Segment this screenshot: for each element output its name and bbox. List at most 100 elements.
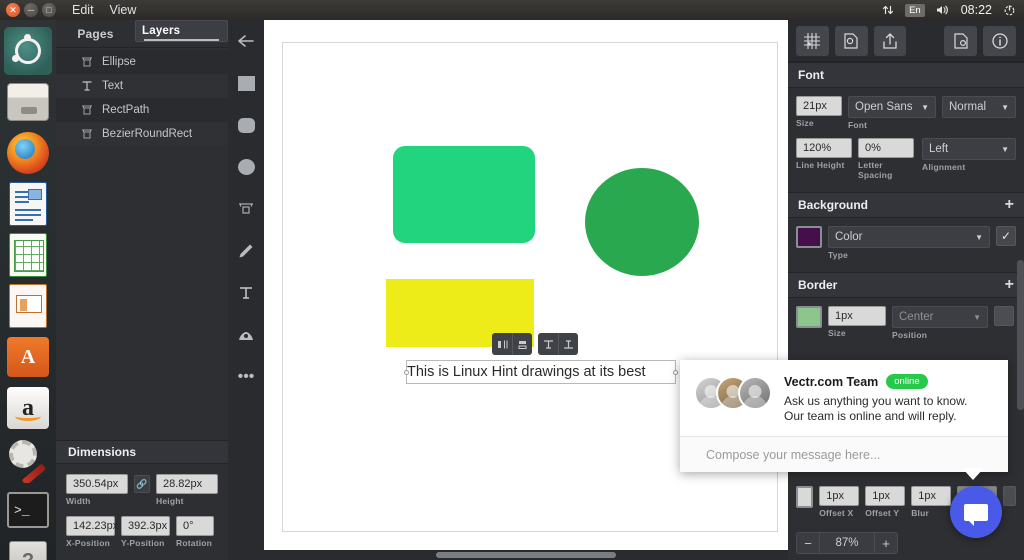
shadow-offset-x-input[interactable]: 1px — [819, 486, 859, 506]
align-horizontal-left-icon[interactable] — [492, 333, 512, 355]
shadow-enabled-checkbox[interactable] — [1003, 486, 1016, 506]
scrollbar-thumb[interactable] — [436, 552, 616, 558]
list-item[interactable]: Ellipse — [56, 50, 228, 74]
chat-launcher-button[interactable] — [950, 486, 1002, 538]
launcher-item-impress[interactable] — [4, 282, 52, 330]
launcher-item-trash[interactable]: ? — [4, 537, 52, 560]
pen-path-tool-icon[interactable] — [228, 188, 264, 230]
status-badge: online — [886, 374, 927, 389]
back-arrow-icon[interactable] — [228, 20, 264, 62]
shadow-offset-y-input[interactable]: 1px — [865, 486, 905, 506]
border-position-label: Position — [892, 330, 988, 340]
clock[interactable]: 08:22 — [961, 3, 992, 17]
width-input[interactable]: 350.54px — [66, 474, 128, 494]
background-enabled-checkbox[interactable]: ✓ — [996, 226, 1016, 246]
green-ellipse[interactable] — [585, 168, 699, 276]
shadow-color-swatch[interactable] — [796, 486, 813, 508]
border-enabled-checkbox[interactable] — [994, 306, 1014, 326]
list-item[interactable]: BezierRoundRect — [56, 122, 228, 146]
shadow-offset-x-label: Offset X — [819, 508, 859, 518]
height-input[interactable]: 28.82px — [156, 474, 218, 494]
document-settings-icon[interactable] — [944, 26, 977, 56]
selection-handle[interactable] — [673, 370, 678, 375]
layer-label: RectPath — [102, 104, 149, 116]
info-icon[interactable] — [983, 26, 1016, 56]
chat-text-block: Vectr.com Team online Ask us anything yo… — [784, 374, 994, 424]
zoom-level-value[interactable]: 87% — [819, 533, 875, 553]
tab-layers[interactable]: Layers — [135, 20, 228, 42]
right-panel-scrollbar[interactable] — [1017, 260, 1024, 410]
text-tool-icon[interactable] — [228, 272, 264, 314]
launcher-item-files[interactable] — [4, 78, 52, 126]
rounded-rectangle-tool-icon[interactable] — [228, 104, 264, 146]
background-color-swatch[interactable] — [796, 226, 822, 248]
y-position-input[interactable]: 392.3px — [121, 516, 170, 536]
rectangle-tool-icon[interactable] — [228, 62, 264, 104]
volume-icon[interactable] — [936, 4, 950, 16]
menu-bar: Edit View — [72, 3, 136, 17]
launcher-item-writer[interactable] — [4, 180, 52, 228]
font-family-select[interactable]: Open Sans ▼ — [848, 96, 936, 118]
launcher-item-ubuntu-dash[interactable] — [4, 27, 52, 75]
letter-spacing-input[interactable]: 0% — [858, 138, 914, 158]
pencil-tool-icon[interactable] — [228, 230, 264, 272]
image-tool-icon[interactable] — [228, 314, 264, 356]
canvas-area[interactable]: This is Linux Hint drawings at its best — [264, 20, 788, 560]
close-window-button[interactable]: ✕ — [6, 3, 20, 17]
minimize-window-button[interactable]: ─ — [24, 3, 38, 17]
green-rounded-rectangle[interactable] — [393, 146, 535, 243]
background-type-label: Type — [828, 250, 990, 260]
font-size-input[interactable]: 21px — [796, 96, 842, 116]
image-settings-icon[interactable] — [835, 26, 868, 56]
more-tools-icon[interactable]: ••• — [228, 356, 264, 398]
ubuntu-top-bar: ✕ ─ □ Edit View En 08:22 — [0, 0, 1024, 20]
text-element-selection[interactable]: This is Linux Hint drawings at its best — [406, 360, 676, 384]
align-group-vertical — [538, 333, 578, 355]
text-alignment-select[interactable]: Left ▼ — [922, 138, 1016, 160]
shadow-blur-input[interactable]: 1px — [911, 486, 951, 506]
menu-view[interactable]: View — [110, 3, 137, 17]
background-type-select[interactable]: Color ▼ — [828, 226, 990, 248]
line-height-input[interactable]: 120% — [796, 138, 852, 158]
font-family-value: Open Sans — [855, 101, 913, 113]
link-ratio-icon[interactable]: 🔗 — [134, 475, 150, 493]
list-item[interactable]: Text — [56, 74, 228, 98]
canvas-horizontal-scrollbar[interactable] — [264, 550, 788, 560]
add-border-button[interactable]: + — [1005, 277, 1014, 293]
align-vertical-top-icon[interactable] — [538, 333, 558, 355]
zoom-out-button[interactable]: − — [797, 533, 819, 553]
launcher-item-terminal[interactable]: >_ — [4, 486, 52, 534]
border-position-select[interactable]: Center ▼ — [892, 306, 988, 328]
rotation-input[interactable]: 0° — [176, 516, 214, 536]
launcher-item-calc[interactable] — [4, 231, 52, 279]
launcher-item-amazon[interactable]: a — [4, 384, 52, 432]
border-color-swatch[interactable] — [796, 306, 822, 328]
launcher-item-software-center[interactable]: A — [4, 333, 52, 381]
add-background-button[interactable]: + — [1005, 197, 1014, 213]
launcher-item-firefox[interactable] — [4, 129, 52, 177]
keyboard-language-indicator[interactable]: En — [905, 4, 925, 17]
power-gear-icon[interactable] — [1003, 4, 1016, 17]
list-item[interactable]: RectPath — [56, 98, 228, 122]
zoom-in-button[interactable]: + — [875, 533, 897, 553]
width-label: Width — [66, 496, 128, 506]
tab-pages[interactable]: Pages — [56, 20, 135, 47]
chat-compose-input[interactable]: Compose your message here... — [680, 436, 1008, 472]
border-size-input[interactable]: 1px — [828, 306, 886, 326]
ellipse-tool-icon[interactable] — [228, 146, 264, 188]
layer-list: Ellipse Text RectPath BezierRoundRect — [56, 48, 228, 146]
grid-snap-icon[interactable] — [796, 26, 829, 56]
chat-message-line-2: Our team is online and will reply. — [784, 409, 994, 424]
export-upload-icon[interactable] — [874, 26, 907, 56]
x-position-input[interactable]: 142.23px — [66, 516, 115, 536]
font-weight-select[interactable]: Normal ▼ — [942, 96, 1016, 118]
selection-handle[interactable] — [404, 370, 409, 375]
text-alignment-value: Left — [929, 143, 948, 155]
maximize-window-button[interactable]: □ — [42, 3, 56, 17]
distribute-horizontal-icon[interactable] — [512, 333, 532, 355]
border-section-title: Border — [798, 278, 837, 292]
menu-edit[interactable]: Edit — [72, 3, 94, 17]
network-updown-icon[interactable] — [882, 4, 894, 16]
align-vertical-center-icon[interactable] — [558, 333, 578, 355]
launcher-item-settings[interactable] — [4, 435, 52, 483]
